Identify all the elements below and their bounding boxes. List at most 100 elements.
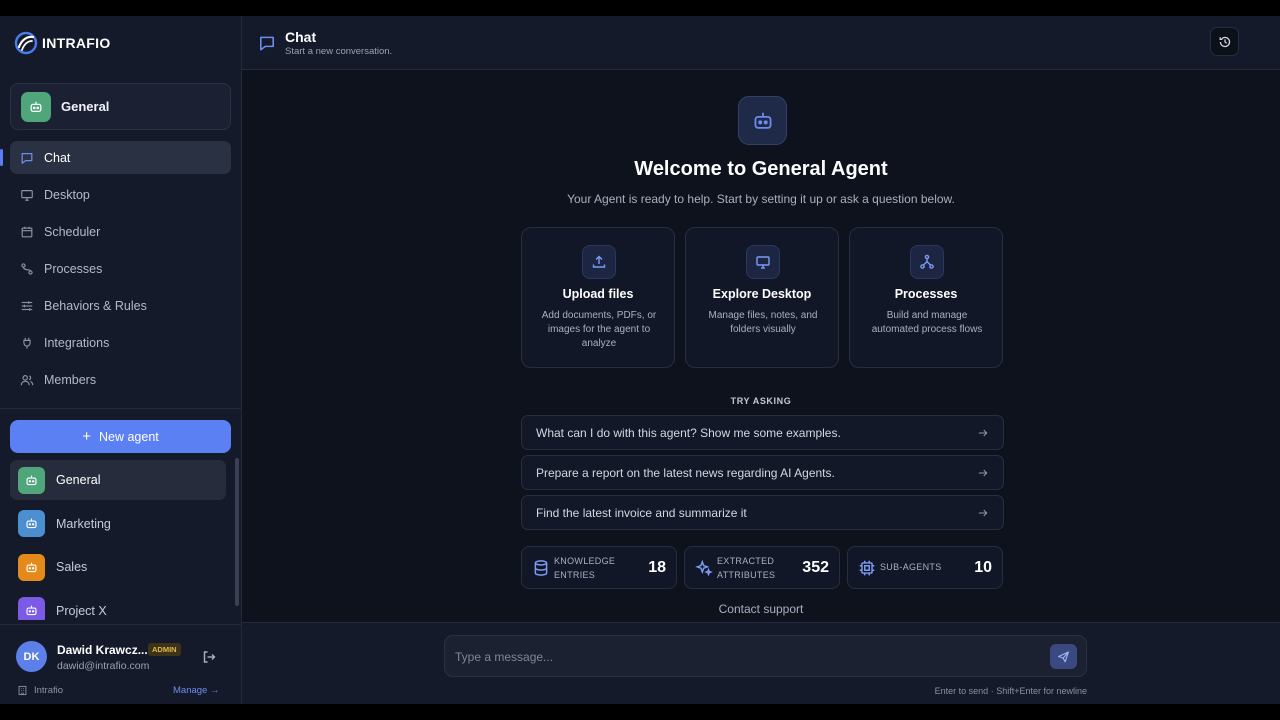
building-icon <box>18 685 27 696</box>
bot-icon <box>26 475 37 485</box>
plug-icon <box>20 336 34 350</box>
manage-link[interactable]: Manage → <box>173 685 219 696</box>
suggestion-text: Prepare a report on the latest news rega… <box>536 465 835 480</box>
current-agent-card[interactable]: General <box>10 83 231 130</box>
chat-icon <box>20 151 34 165</box>
card-title: Processes <box>894 287 958 301</box>
avatar[interactable]: DK <box>16 641 47 672</box>
stat-knowledge-entries[interactable]: KNOWLEDGE ENTRIES 18 <box>521 546 677 589</box>
bot-icon <box>26 562 37 572</box>
new-agent-button[interactable]: + New agent <box>10 420 231 453</box>
agent-list-item[interactable]: Sales <box>10 547 226 587</box>
chat-icon <box>260 36 274 51</box>
sidebar-item-label: Integrations <box>44 335 110 350</box>
welcome-subtitle: Your Agent is ready to help. Start by se… <box>567 192 955 206</box>
main-content: Chat Start a new conversation. Welcome t… <box>242 16 1280 704</box>
sidebar-item-behaviors[interactable]: Behaviors & Rules <box>10 289 231 322</box>
agent-name: Marketing <box>56 516 111 531</box>
new-agent-label: New agent <box>99 429 159 444</box>
stat-extracted-attributes[interactable]: EXTRACTED ATTRIBUTES 352 <box>684 546 840 589</box>
org-name: Intrafio <box>34 685 64 696</box>
intrafio-logo-icon <box>14 31 38 55</box>
logout-icon[interactable] <box>201 649 217 665</box>
history-button[interactable] <box>1210 27 1239 56</box>
sidebar-divider <box>0 408 241 409</box>
message-input[interactable] <box>455 648 1035 666</box>
agent-list-item[interactable]: Marketing <box>10 504 226 544</box>
card-description: Manage files, notes, and folders visuall… <box>708 310 818 335</box>
contact-support-link[interactable]: Contact support <box>242 602 1280 616</box>
suggestion-item[interactable]: Find the latest invoice and summarize it <box>521 495 1004 530</box>
sidebar-item-label: Members <box>44 372 97 387</box>
database-icon <box>534 560 548 576</box>
role-badge: ADMIN <box>148 643 181 656</box>
brand[interactable]: INTRAFIO <box>14 30 111 56</box>
sidebar-nav: Chat Desktop Scheduler Processes Behavio… <box>0 141 231 400</box>
card-description: Build and manage automated process flows <box>871 310 983 335</box>
quick-action-cards: Upload files Add documents, PDFs, or ima… <box>521 227 1004 368</box>
stat-value: 18 <box>648 559 666 576</box>
card-upload-files[interactable]: Upload files Add documents, PDFs, or ima… <box>521 227 675 368</box>
composer-area: Enter to send · Shift+Enter for newline <box>242 622 1280 704</box>
sidebar-item-label: Behaviors & Rules <box>44 298 147 313</box>
suggestion-text: What can I do with this agent? Show me s… <box>536 425 841 440</box>
sidebar-item-desktop[interactable]: Desktop <box>10 178 231 211</box>
stat-value: 10 <box>974 559 992 576</box>
bot-icon <box>26 605 37 616</box>
stat-label: SUB-AGENTS <box>880 562 942 572</box>
arrow-right-icon <box>978 429 988 436</box>
workflow-icon <box>20 262 34 276</box>
stat-label: KNOWLEDGE ENTRIES <box>554 556 616 580</box>
welcome-title: Welcome to General Agent <box>634 158 888 180</box>
arrow-right-icon <box>978 509 988 516</box>
sparkles-icon <box>695 559 713 577</box>
stat-sub-agents[interactable]: SUB-AGENTS 10 <box>847 546 1003 589</box>
user-name: Dawid Krawcz... <box>57 643 148 657</box>
agent-name: Project X <box>56 603 107 618</box>
sidebar-item-label: Chat <box>44 150 71 165</box>
sidebar-item-members[interactable]: Members <box>10 363 231 396</box>
page-subtitle: Start a new conversation. <box>285 46 393 57</box>
suggestion-text: Find the latest invoice and summarize it <box>536 505 747 520</box>
agent-avatar <box>18 510 45 537</box>
suggestion-list: What can I do with this agent? Show me s… <box>521 415 1004 535</box>
agent-list: General Marketing Sales Project X <box>10 460 226 620</box>
history-icon <box>1219 36 1230 47</box>
agent-list-scrollbar[interactable] <box>235 458 239 606</box>
sidebar-item-integrations[interactable]: Integrations <box>10 326 231 359</box>
sidebar-item-chat[interactable]: Chat <box>0 141 231 174</box>
sidebar-item-scheduler[interactable]: Scheduler <box>10 215 231 248</box>
agent-avatar <box>18 553 45 581</box>
page-title: Chat <box>285 29 317 45</box>
sidebar-item-processes[interactable]: Processes <box>10 252 231 285</box>
calendar-icon <box>20 225 34 239</box>
chip-icon <box>859 560 875 576</box>
agent-avatar <box>18 597 45 620</box>
stat-label: EXTRACTED ATTRIBUTES <box>717 556 776 580</box>
sidebar-item-label: Desktop <box>44 187 90 202</box>
agent-avatar <box>21 91 51 122</box>
workflow-icon <box>910 245 944 279</box>
sliders-icon <box>20 299 34 313</box>
try-asking-heading: TRY ASKING <box>730 396 792 406</box>
stats-row: KNOWLEDGE ENTRIES 18 EXTRACTED ATTRIBUTE… <box>521 546 1004 589</box>
suggestion-item[interactable]: What can I do with this agent? Show me s… <box>521 415 1004 450</box>
sidebar: INTRAFIO General Chat Desktop Scheduler <box>0 16 242 704</box>
user-email: dawid@intrafio.com <box>57 660 150 672</box>
brand-name: INTRAFIO <box>42 35 111 51</box>
org-row: Intrafio <box>17 685 63 696</box>
send-button[interactable] <box>1050 644 1077 669</box>
sidebar-item-label: Scheduler <box>44 224 101 239</box>
monitor-icon <box>20 188 34 202</box>
suggestion-item[interactable]: Prepare a report on the latest news rega… <box>521 455 1004 490</box>
topbar: Chat Start a new conversation. <box>242 16 1280 70</box>
stat-value: 352 <box>802 559 829 576</box>
arrow-right-icon <box>978 469 988 476</box>
agent-list-item[interactable]: Project X <box>10 591 226 620</box>
agent-list-item[interactable]: General <box>10 460 226 500</box>
card-processes[interactable]: Processes Build and manage automated pro… <box>849 227 1003 368</box>
user-panel: DK Dawid Krawcz... ADMIN dawid@intrafio.… <box>0 624 241 704</box>
upload-icon <box>582 245 616 279</box>
card-explore-desktop[interactable]: Explore Desktop Manage files, notes, and… <box>685 227 839 368</box>
sidebar-item-label: Processes <box>44 261 103 276</box>
